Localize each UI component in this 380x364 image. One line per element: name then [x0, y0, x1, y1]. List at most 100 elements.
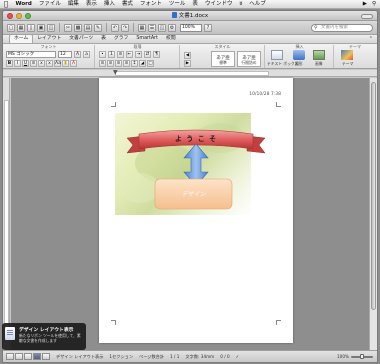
menu-format[interactable]: 書式: [118, 0, 136, 9]
menu-insert[interactable]: 挿入: [100, 0, 118, 9]
style-normal[interactable]: あア亜 標準: [211, 51, 235, 67]
ribbon-tabs: ホーム レイアウト 文書パーツ 表 グラフ SmartArt 校閲 ⌃: [3, 34, 377, 44]
strikethrough-icon[interactable]: ≡: [30, 60, 37, 67]
sidebar-icon[interactable]: ◫: [158, 23, 166, 32]
indent-marker-icon[interactable]: ▼: [113, 70, 118, 76]
bullets-icon[interactable]: •: [99, 51, 106, 58]
banner-text[interactable]: よ う こ そ: [159, 135, 233, 144]
align-center-icon[interactable]: ≡: [107, 60, 114, 67]
tab-review[interactable]: 校閲: [162, 35, 180, 43]
menu-file[interactable]: ファイル: [35, 0, 64, 9]
style-no-spacing[interactable]: あア亜 行間詰め: [237, 51, 261, 67]
styles-group: スタイル あア亜 標準 あア亜 行間詰め ◀ ▶: [181, 45, 265, 68]
menu-help[interactable]: ヘルプ: [246, 0, 270, 9]
draft-view-button[interactable]: [6, 353, 14, 360]
menu-table[interactable]: 表: [189, 0, 202, 9]
document-area[interactable]: 10/10/28 7:38 よ う こ そ デザイン: [11, 78, 377, 351]
tab-tables[interactable]: 表: [97, 35, 110, 43]
open-icon[interactable]: ▯: [27, 23, 35, 32]
cut-icon[interactable]: ✂: [64, 23, 72, 32]
show-marks-icon[interactable]: ¶: [153, 51, 160, 58]
themes-group: テーマ テーマ: [335, 45, 375, 68]
line-spacing-icon[interactable]: ↕: [131, 60, 138, 67]
picture-icon[interactable]: [313, 50, 325, 60]
format-painter-icon[interactable]: ✎: [94, 23, 102, 32]
redo-icon[interactable]: ↷: [121, 23, 129, 32]
font-name-combo[interactable]: MS ゴシック: [6, 51, 56, 58]
help-icon[interactable]: ?: [204, 23, 212, 32]
toolbox-icon[interactable]: ⚙: [168, 23, 176, 32]
font-color-icon[interactable]: A: [70, 60, 77, 67]
menu-app-word[interactable]: Word: [12, 0, 35, 9]
tab-home[interactable]: ホーム: [9, 34, 34, 43]
box-text[interactable]: デザイン: [155, 191, 232, 198]
tab-layout[interactable]: レイアウト: [33, 35, 65, 43]
outline-view-button[interactable]: [15, 353, 23, 360]
font-size-combo[interactable]: 12: [58, 51, 72, 58]
copy-icon[interactable]: ▩: [74, 23, 82, 32]
spelling-check-icon[interactable]: ✓: [236, 354, 240, 359]
menu-edit[interactable]: 編集: [64, 0, 82, 9]
menu-font[interactable]: フォント: [136, 0, 165, 9]
justify-icon[interactable]: ≡: [123, 60, 130, 67]
zoom-combo[interactable]: 100%: [180, 23, 202, 32]
zoom-slider[interactable]: [351, 353, 373, 359]
apple-menu-icon[interactable]: : [0, 0, 12, 9]
tab-smartart[interactable]: SmartArt: [132, 35, 162, 43]
horizontal-ruler[interactable]: ▼: [3, 70, 377, 77]
multilevel-list-icon[interactable]: ≡: [117, 51, 124, 58]
page-shapes: [126, 129, 266, 210]
notebook-view-button[interactable]: [42, 353, 50, 360]
theme-icon[interactable]: [341, 50, 353, 60]
menu-view[interactable]: 表示: [82, 0, 100, 9]
columns-icon[interactable]: ☰: [148, 23, 156, 32]
undo-icon[interactable]: ↶: [111, 23, 119, 32]
highlight-icon[interactable]: ▮: [62, 60, 69, 67]
change-case-icon[interactable]: Aa: [54, 60, 61, 67]
align-left-icon[interactable]: ≡: [99, 60, 106, 67]
shape-icon[interactable]: [293, 50, 305, 60]
toolbar-toggle-button[interactable]: [361, 13, 373, 19]
paste-icon[interactable]: ▤: [84, 23, 92, 32]
decrease-indent-icon[interactable]: ⇤: [126, 51, 133, 58]
grow-font-icon[interactable]: A: [74, 51, 81, 58]
save-icon[interactable]: ▣: [37, 23, 45, 32]
print-icon[interactable]: ◫: [47, 23, 55, 32]
borders-icon[interactable]: □: [147, 60, 154, 67]
underline-button[interactable]: U: [22, 60, 29, 67]
spotlight-icon[interactable]: ⚲: [372, 1, 376, 7]
view-notification[interactable]: デザイン レイアウト表示 新たなリボン ツールを使用して、素敵な文書を作成します: [2, 323, 86, 350]
vertical-ruler[interactable]: [3, 78, 10, 351]
ribbon-collapse-icon[interactable]: ⌃: [369, 35, 377, 43]
text-box-icon[interactable]: [271, 50, 283, 60]
italic-button[interactable]: I: [14, 60, 21, 67]
paragraph-group: 段落 • 1 ≡ ⇤ ⇥ ⇵ ¶ ≡ ≡ ≡ ≡ ↕ ◢ □: [96, 45, 180, 68]
styles-next-icon[interactable]: ▶: [184, 60, 191, 67]
speaker-icon[interactable]: ▶: [363, 1, 367, 7]
menu-window[interactable]: ウインドウ: [201, 0, 236, 9]
tab-document-parts[interactable]: 文書パーツ: [65, 35, 97, 43]
bold-button[interactable]: B: [6, 60, 13, 67]
increase-indent-icon[interactable]: ⇥: [135, 51, 142, 58]
document-page[interactable]: 10/10/28 7:38 よ う こ そ デザイン: [99, 78, 293, 343]
shrink-font-icon[interactable]: a: [83, 51, 90, 58]
scroll-thumb[interactable]: [371, 82, 376, 310]
shading-icon[interactable]: ◢: [139, 60, 146, 67]
menu-scripts-icon[interactable]: ʬ: [236, 0, 246, 9]
zoom-slider-knob[interactable]: [360, 353, 364, 359]
templates-icon[interactable]: ▦: [17, 23, 25, 32]
tab-charts[interactable]: グラフ: [110, 35, 132, 43]
table-icon[interactable]: ▦: [138, 23, 146, 32]
superscript-icon[interactable]: x: [38, 60, 45, 67]
print-layout-view-button[interactable]: [33, 353, 41, 360]
vertical-scrollbar[interactable]: [369, 78, 377, 351]
publishing-view-button[interactable]: [24, 353, 32, 360]
menu-tools[interactable]: ツール: [165, 0, 189, 9]
numbering-icon[interactable]: 1: [108, 51, 115, 58]
styles-prev-icon[interactable]: ◀: [184, 52, 191, 59]
new-document-icon[interactable]: ▢: [7, 23, 15, 32]
search-field[interactable]: ⚲ 文書内を検索: [311, 24, 373, 32]
align-right-icon[interactable]: ≡: [115, 60, 122, 67]
sort-icon[interactable]: ⇵: [144, 51, 151, 58]
subscript-icon[interactable]: x: [46, 60, 53, 67]
